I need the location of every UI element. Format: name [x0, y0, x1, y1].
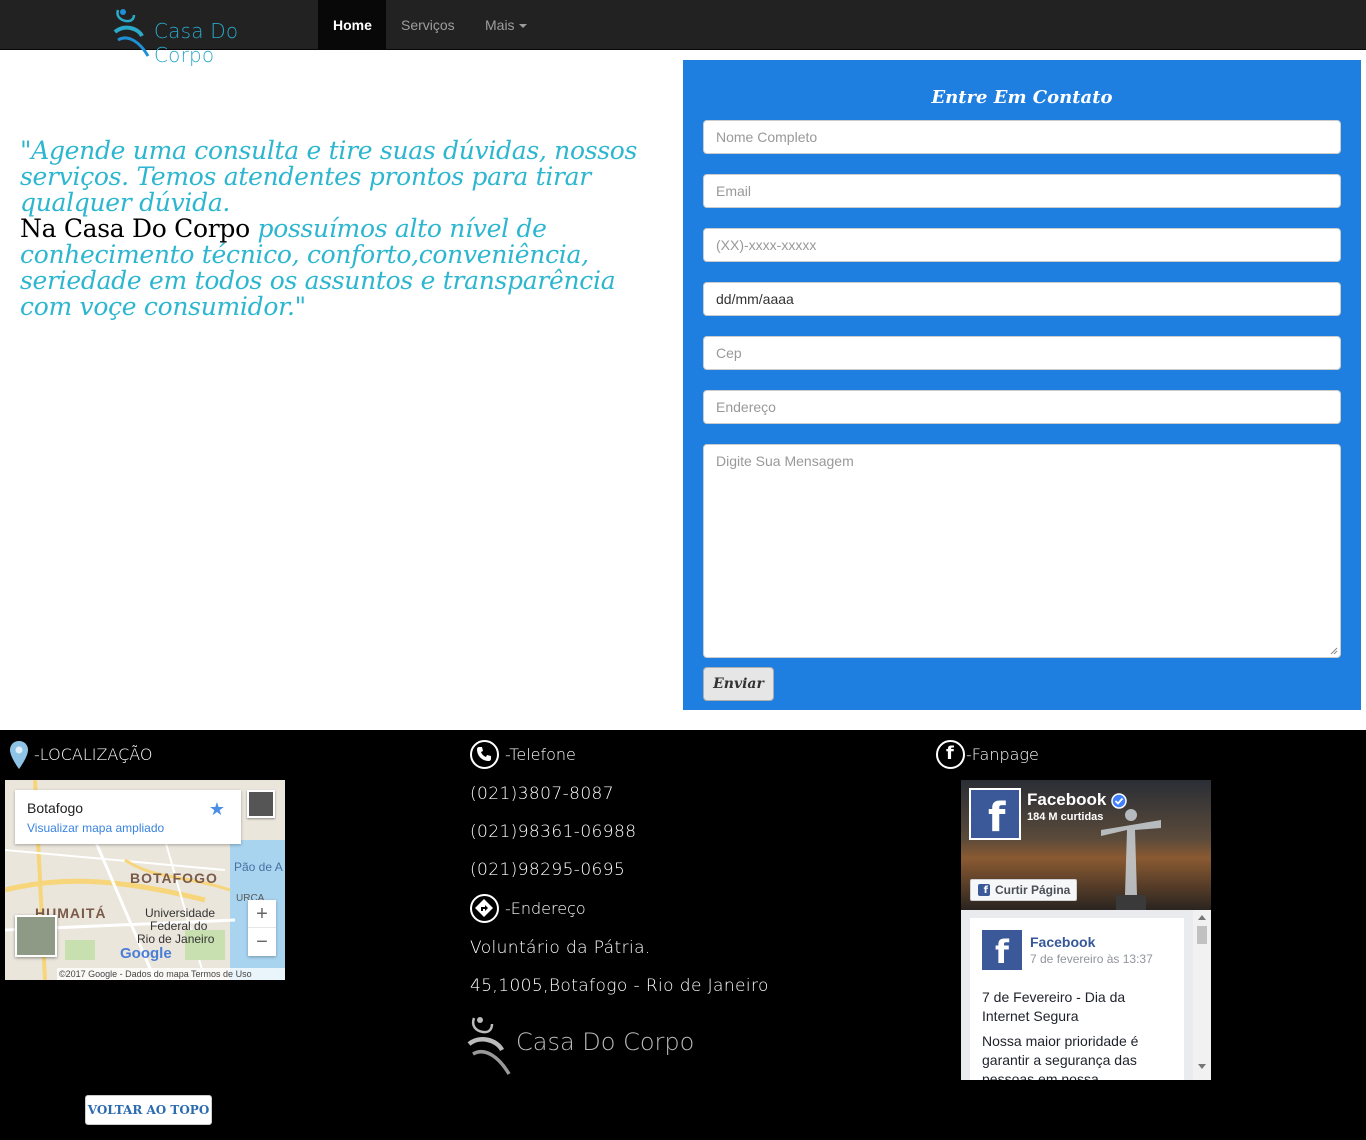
contact-form: Entre Em Contato Nome Completo Email (XX… — [683, 60, 1361, 710]
name-field[interactable]: Nome Completo — [703, 120, 1341, 154]
facebook-page-logo: f — [969, 788, 1021, 840]
scroll-down-icon[interactable] — [1197, 1063, 1207, 1071]
address-field[interactable]: Endereço — [703, 390, 1341, 424]
facebook-logo-glyph: f — [988, 795, 1006, 841]
scrollbar-thumb[interactable] — [1197, 926, 1207, 944]
phone-icon — [470, 740, 499, 769]
post-body: Nossa maior prioridade é garantir a segu… — [982, 1033, 1139, 1080]
footer: -LOCALIZAÇÃO Botafogo Visualizar mapa am… — [0, 730, 1366, 1140]
feed-scrollbar[interactable] — [1193, 910, 1211, 1080]
quote-highlight: Na Casa Do Corpo — [20, 214, 250, 243]
zoom-in-button[interactable]: + — [248, 900, 276, 928]
google-logo: Google — [120, 945, 172, 962]
phone-number-1: (021)3807-8087 — [470, 784, 614, 804]
phone-heading: -Telefone — [505, 745, 576, 764]
phone-number-3: (021)98295-0695 — [470, 860, 626, 880]
brand-name: Casa Do Corpo — [154, 19, 239, 67]
like-page-button[interactable]: f Curtir Página — [970, 879, 1077, 901]
map-enlarge-link[interactable]: Visualizar mapa ampliado — [27, 821, 164, 835]
location-heading: -LOCALIZAÇÃO — [34, 745, 153, 764]
avatar[interactable] — [247, 790, 275, 818]
post-title: 7 de Fevereiro - Dia da Internet Segura — [982, 989, 1126, 1024]
cep-field[interactable]: Cep — [703, 336, 1341, 370]
address-heading: -Endereço — [505, 899, 586, 918]
navbar: Casa Do Corpo Home Serviços Mais — [0, 0, 1366, 67]
facebook-page-name[interactable]: Facebook — [1027, 790, 1106, 810]
directions-icon — [470, 894, 499, 923]
facebook-f-glyph: f — [946, 743, 954, 764]
nav-home[interactable]: Home — [318, 0, 386, 50]
phone-field[interactable]: (XX)-xxxx-xxxxx — [703, 228, 1341, 262]
send-button[interactable]: Enviar — [703, 667, 774, 701]
back-to-top-button[interactable]: VOLTAR AO TOPO — [85, 1095, 212, 1125]
post-author-avatar[interactable]: f — [982, 930, 1022, 971]
verified-badge-icon — [1111, 793, 1127, 809]
post-author-logo-glyph: f — [995, 933, 1009, 971]
facebook-cover: f Facebook 184 M curtidas f Curtir Págin… — [961, 780, 1211, 910]
map-place-card: Botafogo Visualizar mapa ampliado ★ — [15, 790, 241, 844]
phone-number-2: (021)98361-06988 — [470, 822, 637, 842]
footer-brand-name: Casa Do Corpo — [516, 1028, 695, 1056]
quote-part-1: "Agende uma consulta e tire suas dúvidas… — [20, 136, 638, 217]
nav-servicos[interactable]: Serviços — [386, 0, 470, 50]
facebook-small-icon: f — [978, 884, 990, 896]
nav-mais-dropdown[interactable]: Mais — [470, 0, 542, 50]
contact-title: Entre Em Contato — [931, 87, 1113, 108]
zoom-control: + − — [248, 900, 276, 956]
map-label-university: Universidade — [145, 906, 216, 920]
date-field[interactable]: dd/mm/aaaa — [703, 282, 1341, 316]
map-place-title: Botafogo — [27, 800, 84, 816]
chevron-down-icon — [518, 24, 527, 29]
street-view-thumbnail[interactable] — [15, 915, 57, 957]
facebook-post: f Facebook 7 de fevereiro às 13:37 7 de … — [970, 918, 1184, 1080]
facebook-likes-count: 184 M curtidas — [1027, 811, 1104, 823]
address-line-2: 45,1005,Botafogo - Rio de Janeiro — [470, 976, 769, 996]
resize-handle-icon[interactable] — [1330, 647, 1338, 655]
address-line-1: Voluntário da Pátria. — [470, 938, 651, 958]
cover-statue-image — [1101, 809, 1161, 910]
brand-figure-icon — [113, 9, 150, 57]
post-date[interactable]: 7 de fevereiro às 13:37 — [1030, 952, 1153, 966]
email-field[interactable]: Email — [703, 174, 1341, 208]
google-map[interactable]: Botafogo Visualizar mapa ampliado ★ BOTA… — [5, 780, 285, 980]
zoom-out-button[interactable]: − — [248, 928, 276, 956]
map-label-rio: Rio de Janeiro — [137, 932, 215, 946]
post-author[interactable]: Facebook — [1030, 934, 1095, 950]
map-attribution: ©2017 Google - Dados do mapa Termos de U… — [57, 968, 285, 980]
facebook-icon: f — [936, 740, 965, 769]
message-textarea[interactable]: Digite Sua Mensagem — [703, 444, 1341, 658]
like-page-label: Curtir Página — [995, 883, 1071, 897]
facebook-feed[interactable]: f Facebook 7 de fevereiro às 13:37 7 de … — [961, 910, 1211, 1080]
facebook-page-widget[interactable]: f Facebook 184 M curtidas f Curtir Págin… — [961, 780, 1211, 1080]
intro-quote: "Agende uma consulta e tire suas dúvidas… — [20, 138, 670, 320]
message-placeholder: Digite Sua Mensagem — [716, 453, 854, 469]
nav-mais-label: Mais — [485, 17, 515, 33]
footer-brand-figure-icon — [467, 1017, 511, 1075]
brand-logo-link[interactable]: Casa Do Corpo — [112, 6, 302, 67]
map-label-botafogo: BOTAFOGO — [130, 870, 218, 886]
star-icon[interactable]: ★ — [209, 799, 225, 820]
map-label-federal: Federal do — [150, 919, 208, 933]
map-pin-icon — [10, 741, 28, 769]
map-label-pao: Pão de A — [234, 860, 283, 874]
scroll-up-icon[interactable] — [1197, 913, 1207, 921]
fanpage-heading: -Fanpage — [966, 745, 1039, 764]
